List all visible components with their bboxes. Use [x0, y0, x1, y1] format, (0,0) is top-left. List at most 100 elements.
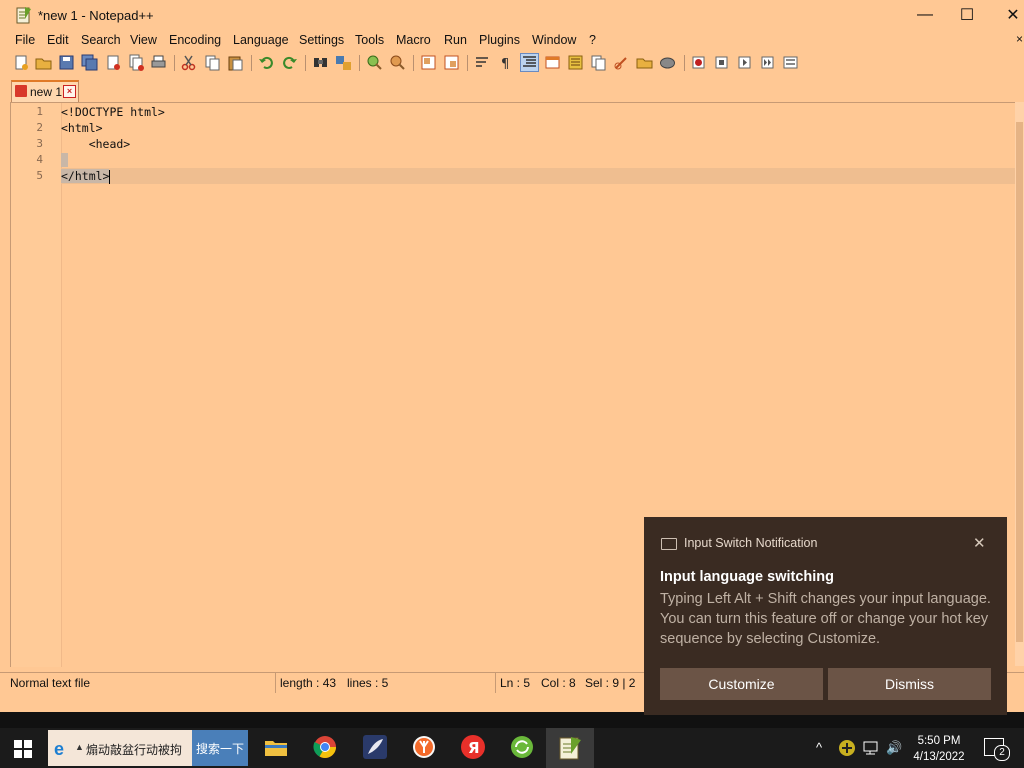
close-button[interactable]: ✕: [990, 0, 1024, 30]
minimize-button[interactable]: —: [902, 0, 948, 30]
code-line-text: <!DOCTYPE html>: [61, 105, 165, 119]
customize-button[interactable]: Customize: [660, 668, 823, 700]
dismiss-button[interactable]: Dismiss: [828, 668, 991, 700]
line-number: 5: [36, 169, 43, 182]
notification-close-icon[interactable]: ✕: [973, 534, 986, 552]
internet-explorer-icon: e: [54, 739, 65, 759]
paste-icon[interactable]: [227, 54, 244, 71]
close-file-icon[interactable]: [105, 54, 122, 71]
notepad-plus-plus-icon: [16, 7, 31, 24]
current-code-line[interactable]: </html>: [61, 168, 1016, 184]
windows-logo-icon: [24, 750, 32, 758]
undo-icon[interactable]: [258, 54, 275, 71]
word-wrap-icon[interactable]: [474, 54, 491, 71]
record-macro-icon[interactable]: [690, 54, 707, 71]
toolbar: ¶: [10, 52, 1010, 74]
volume-icon[interactable]: 🔊: [886, 740, 902, 756]
selection-highlight: [61, 153, 68, 167]
menu-help[interactable]: ?: [589, 33, 596, 47]
replace-icon[interactable]: [335, 54, 352, 71]
sync-vertical-icon[interactable]: [420, 54, 437, 71]
menu-window[interactable]: Window: [532, 33, 576, 47]
toolbar-separator: [174, 55, 175, 71]
playback-macro-icon[interactable]: [736, 54, 753, 71]
menu-settings[interactable]: Settings: [299, 33, 344, 47]
new-file-icon[interactable]: [13, 54, 30, 71]
system-clock[interactable]: 5:50 PM 4/13/2022: [906, 733, 972, 765]
code-line-text: <head>: [61, 137, 131, 151]
text-caret: [109, 169, 111, 184]
menu-run[interactable]: Run: [444, 33, 467, 47]
vertical-scrollbar[interactable]: [1015, 102, 1024, 666]
line-number: 4: [36, 153, 43, 166]
stop-recording-icon[interactable]: [713, 54, 730, 71]
toolbar-separator: [413, 55, 414, 71]
code-line[interactable]: <head>: [61, 136, 1016, 152]
maximize-button[interactable]: ☐: [944, 0, 990, 30]
menu-encoding[interactable]: Encoding: [169, 33, 221, 47]
yandex-browser-icon[interactable]: [411, 734, 437, 760]
save-icon[interactable]: [58, 54, 75, 71]
menu-tools[interactable]: Tools: [355, 33, 384, 47]
line-number-gutter: 1 2 3 4 5: [11, 103, 62, 667]
active-taskbar-app[interactable]: [546, 728, 594, 768]
save-macro-icon[interactable]: [782, 54, 799, 71]
menu-macro[interactable]: Macro: [396, 33, 431, 47]
code-line[interactable]: <!DOCTYPE html>: [61, 104, 1016, 120]
minimize-icon: —: [917, 6, 933, 23]
indent-guide-icon[interactable]: [520, 53, 539, 72]
tab-new-1[interactable]: new 1 ×: [11, 80, 79, 102]
redo-icon[interactable]: [281, 54, 298, 71]
zoom-in-icon[interactable]: [366, 54, 383, 71]
file-explorer-icon[interactable]: [263, 734, 289, 760]
status-length: length : 43: [280, 676, 337, 690]
close-all-icon[interactable]: [128, 54, 145, 71]
toolbar-separator: [467, 55, 468, 71]
user-defined-language-icon[interactable]: [544, 54, 561, 71]
notification-header: Input Switch Notification: [684, 536, 818, 550]
network-icon[interactable]: [862, 740, 880, 756]
folder-icon[interactable]: [636, 54, 653, 71]
sync-app-icon[interactable]: [509, 734, 535, 760]
show-all-characters-icon[interactable]: ¶: [497, 54, 514, 71]
open-file-icon[interactable]: [35, 54, 52, 71]
menu-language[interactable]: Language: [233, 33, 289, 47]
menu-file[interactable]: File: [15, 33, 35, 47]
feather-app-icon[interactable]: [362, 734, 388, 760]
close-icon: ✕: [1006, 7, 1020, 24]
monitoring-icon[interactable]: [659, 54, 676, 71]
code-line[interactable]: <html>: [61, 120, 1016, 136]
start-button[interactable]: [14, 740, 32, 758]
folder-as-workspace-icon[interactable]: [613, 54, 630, 71]
menu-plugins[interactable]: Plugins: [479, 33, 520, 47]
code-line[interactable]: [61, 152, 1016, 168]
scrollbar-thumb[interactable]: [1016, 122, 1023, 642]
menu-edit[interactable]: Edit: [47, 33, 69, 47]
document-map-icon[interactable]: [567, 54, 584, 71]
cut-icon[interactable]: [180, 54, 197, 71]
chrome-icon[interactable]: [312, 734, 338, 760]
sync-horizontal-icon[interactable]: [443, 54, 460, 71]
find-icon[interactable]: [312, 54, 329, 71]
zoom-out-icon[interactable]: [389, 54, 406, 71]
menu-view[interactable]: View: [130, 33, 157, 47]
search-button[interactable]: 搜索一下: [192, 730, 248, 766]
windows-logo-icon: [14, 740, 22, 748]
copy-icon[interactable]: [204, 54, 221, 71]
save-all-icon[interactable]: [81, 54, 98, 71]
show-hidden-icons-button[interactable]: ^: [816, 740, 822, 755]
close-document-icon[interactable]: ×: [1016, 32, 1023, 46]
dropdown-arrow-icon: ▲: [75, 742, 84, 752]
run-macro-multiple-icon[interactable]: [759, 54, 776, 71]
function-list-icon[interactable]: [590, 54, 607, 71]
plus-tray-icon[interactable]: [838, 739, 856, 757]
action-center-icon[interactable]: 2: [984, 738, 1010, 761]
selected-text: </html>: [61, 169, 110, 183]
clock-date: 4/13/2022: [913, 751, 965, 763]
tab-close-icon[interactable]: ×: [63, 85, 76, 98]
notification-count-badge: 2: [994, 745, 1010, 761]
taskbar-search-box[interactable]: e ▲ 煽动敲盆行动被拘: [48, 730, 192, 766]
yandex-icon[interactable]: Я: [460, 734, 486, 760]
menu-search[interactable]: Search: [81, 33, 121, 47]
print-icon[interactable]: [150, 54, 167, 71]
